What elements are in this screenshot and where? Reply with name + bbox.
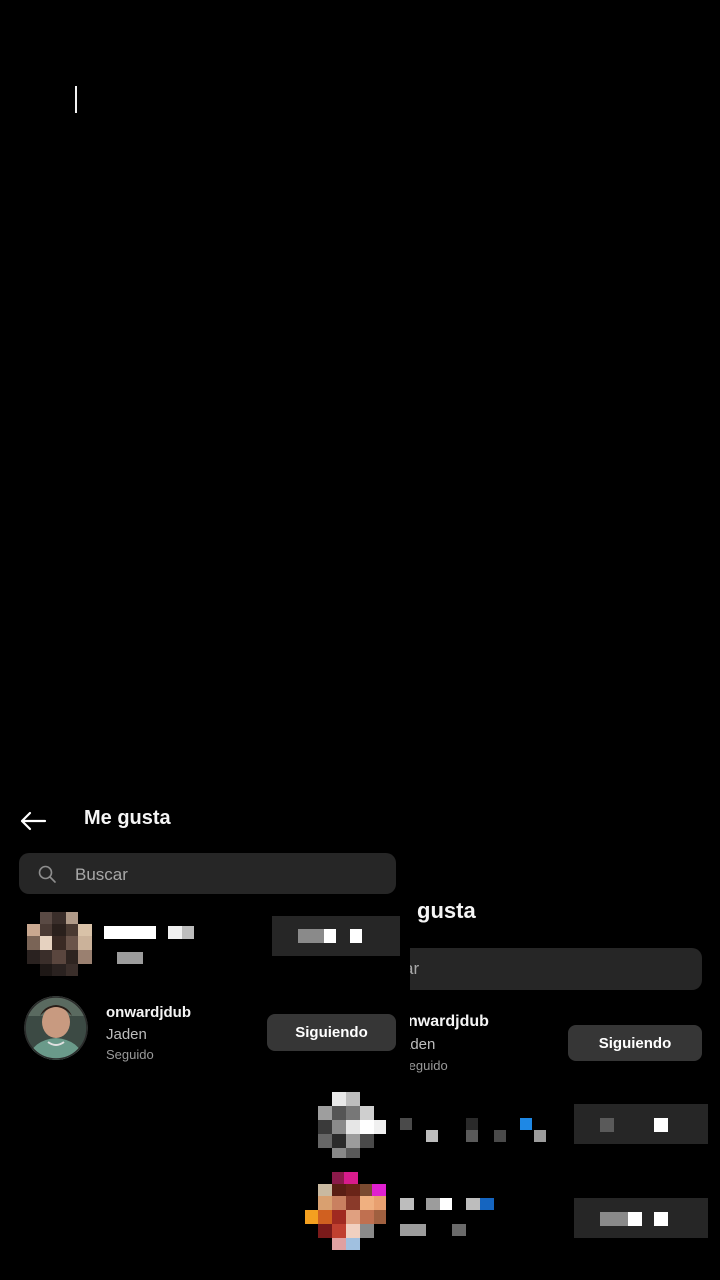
follow-status: Seguido — [106, 1047, 154, 1062]
page-title: Me gusta — [84, 807, 171, 829]
following-button[interactable]: Siguiendo — [267, 1014, 396, 1051]
search-field-partial: ar — [360, 948, 702, 990]
back-arrow-icon — [20, 811, 47, 831]
avatar[interactable] — [24, 996, 88, 1060]
text-caret — [75, 86, 77, 113]
search-field[interactable] — [19, 853, 396, 896]
search-icon — [38, 865, 56, 883]
pixelated-button[interactable] — [574, 1104, 708, 1144]
back-button[interactable] — [18, 806, 48, 836]
search-input[interactable] — [73, 853, 377, 896]
following-button[interactable]: Siguiendo — [568, 1025, 702, 1061]
screen: gusta ar nwardjdub aden Seguido Siguiend… — [0, 0, 720, 1280]
pixelated-button[interactable] — [574, 1198, 708, 1238]
username: nwardjdub — [408, 1013, 489, 1030]
username[interactable]: onwardjdub — [106, 1004, 191, 1021]
full-name: Jaden — [106, 1026, 147, 1043]
list-item[interactable] — [0, 912, 410, 982]
list-item[interactable]: onwardjdub Jaden Seguido Siguiendo — [0, 996, 410, 1066]
likes-title-partial: gusta — [417, 898, 476, 923]
profile-photo — [24, 996, 88, 1060]
likes-panel: Me gusta Buscar onwardjdub Jaden Seguido… — [0, 790, 410, 1090]
